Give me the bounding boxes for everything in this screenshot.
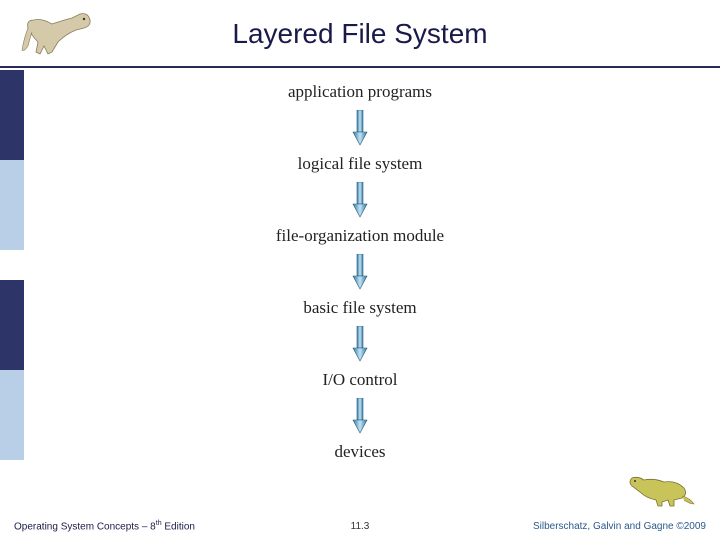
layer-label: devices — [335, 440, 386, 464]
footer-edition-suffix: Edition — [162, 521, 195, 532]
slide-title: Layered File System — [0, 0, 720, 50]
dinosaur-icon — [18, 6, 98, 62]
down-arrow-icon — [351, 254, 369, 290]
dinosaur-icon — [626, 468, 696, 510]
layer-label: application programs — [288, 80, 432, 104]
footer-edition-prefix: Operating System Concepts – 8 — [14, 521, 156, 532]
layer-label: basic file system — [303, 296, 416, 320]
footer-copyright: Silberschatz, Galvin and Gagne ©2009 — [533, 521, 706, 532]
slide-header: Layered File System — [0, 0, 720, 68]
layer-label: I/O control — [322, 368, 397, 392]
slide-footer: Operating System Concepts – 8th Edition … — [0, 512, 720, 540]
layer-label: logical file system — [298, 152, 423, 176]
down-arrow-icon — [351, 110, 369, 146]
down-arrow-icon — [351, 326, 369, 362]
footer-edition: Operating System Concepts – 8th Edition — [14, 520, 195, 532]
layered-diagram: application programs logical file system… — [0, 80, 720, 464]
layer-label: file-organization module — [276, 224, 444, 248]
down-arrow-icon — [351, 398, 369, 434]
down-arrow-icon — [351, 182, 369, 218]
slide-number: 11.3 — [351, 521, 370, 532]
